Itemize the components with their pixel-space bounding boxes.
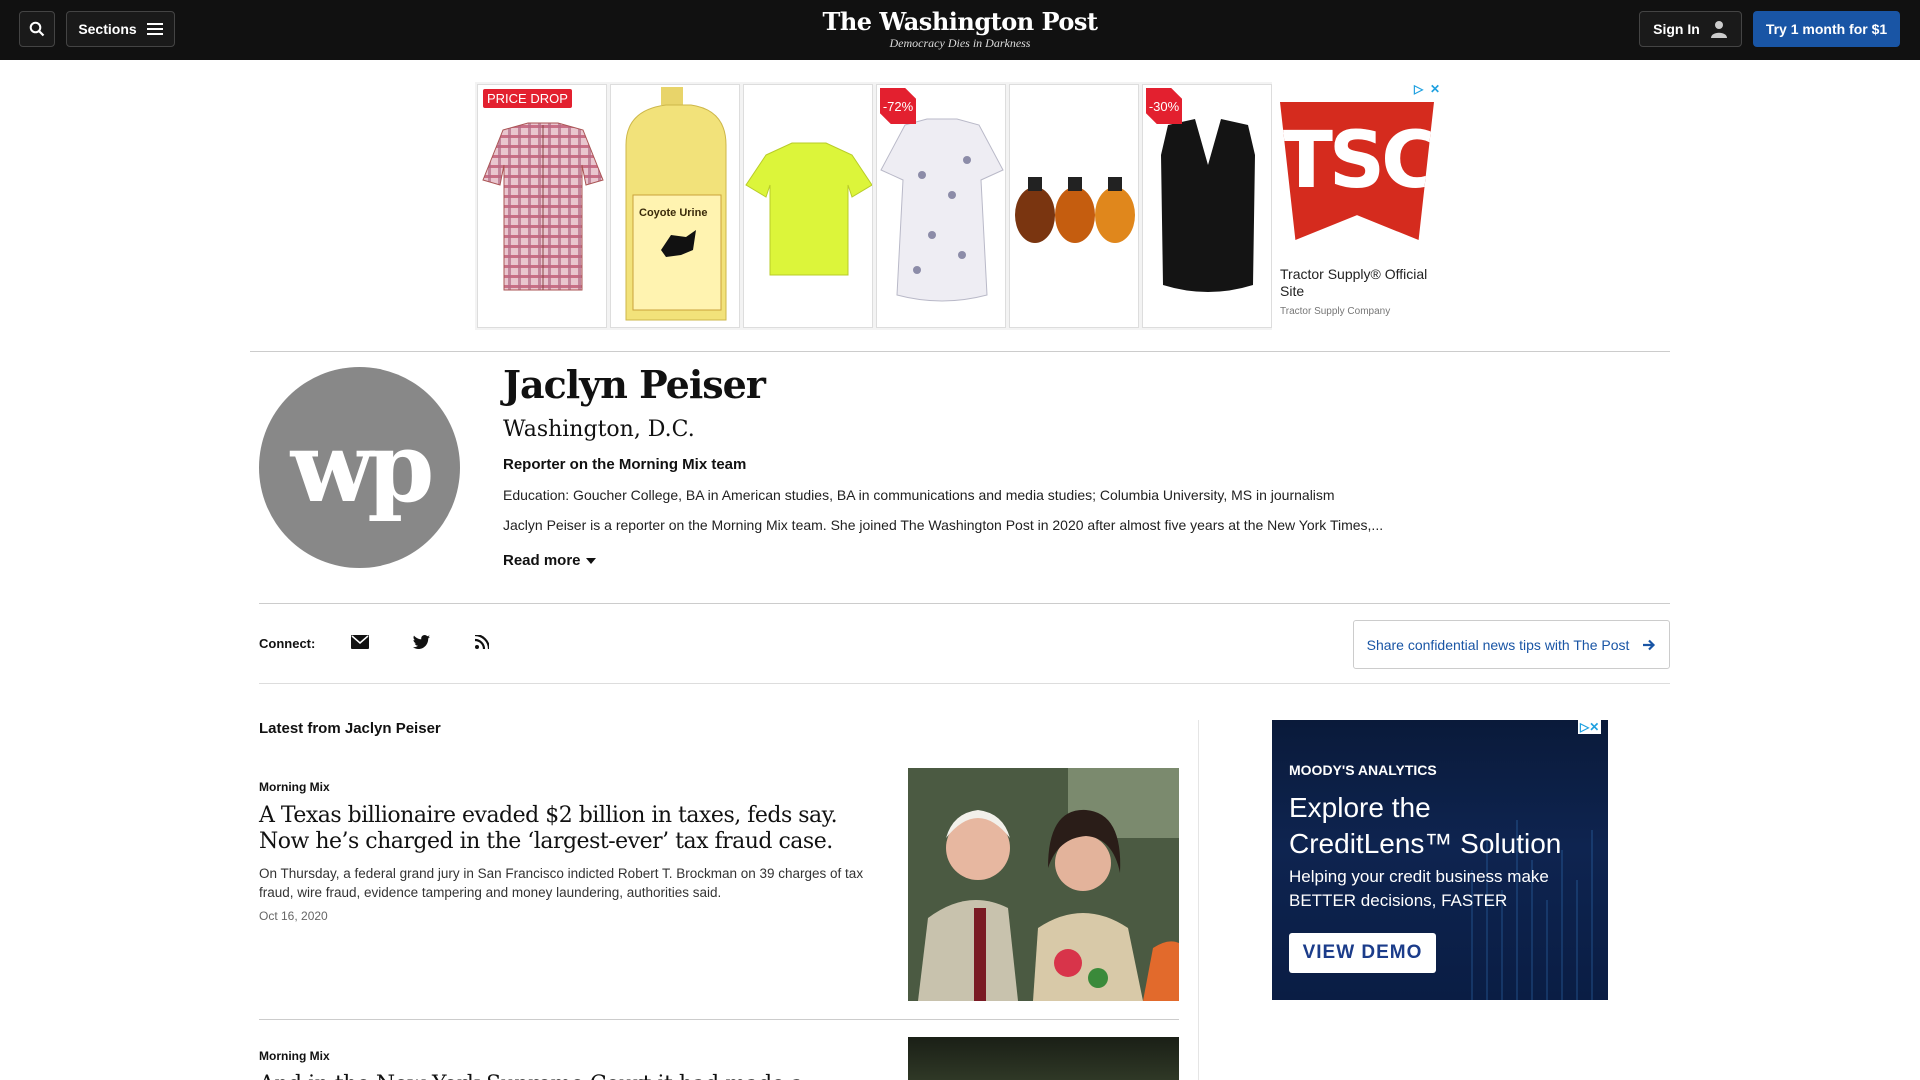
ad-tile-yellow-tshirt[interactable] — [743, 84, 873, 328]
ad-headline: Explore the CreditLens™ Solution — [1289, 790, 1561, 862]
sign-in-label: Sign In — [1653, 21, 1700, 37]
ad-brand: MOODY'S ANALYTICS — [1289, 762, 1437, 778]
logo-wordmark: The Washington Post — [822, 7, 1098, 36]
rss-icon — [475, 635, 489, 649]
divider — [259, 683, 1670, 684]
bottles-image — [1015, 177, 1135, 243]
logo-tagline: Democracy Dies in Darkness — [889, 36, 1031, 50]
user-icon — [1710, 21, 1727, 38]
twitter-link[interactable] — [410, 632, 432, 652]
view-demo-button[interactable]: VIEW DEMO — [1289, 933, 1436, 973]
article-blurb: On Thursday, a federal grand jury in San… — [259, 866, 864, 900]
author-education: Education: Goucher College, BA in Americ… — [503, 487, 1335, 503]
read-more-button[interactable]: Read more — [503, 552, 596, 569]
ad-headline-line1: Explore the — [1289, 792, 1431, 823]
top-banner-ad[interactable]: PRICE DROP Coyote Urine -72% -30% TSC Tr… — [475, 82, 1445, 330]
site-logo[interactable]: The Washington Post Democracy Dies in Da… — [760, 7, 1160, 51]
article-kicker[interactable]: Morning Mix — [259, 780, 330, 794]
subscribe-trial-button[interactable]: Try 1 month for $1 — [1753, 11, 1900, 47]
search-icon — [29, 21, 45, 37]
divider — [259, 603, 1670, 604]
article-kicker[interactable]: Morning Mix — [259, 1049, 330, 1063]
ad-tile-black-vest[interactable]: -30% — [1142, 84, 1272, 328]
arrow-right-icon — [1643, 639, 1656, 650]
adchoices-icon[interactable]: ▷✕ — [1578, 720, 1602, 734]
adchoices-icon[interactable]: ▷ — [1414, 82, 1423, 96]
news-tips-button[interactable]: Share confidential news tips with The Po… — [1353, 620, 1670, 669]
author-location: Washington, D.C. — [503, 417, 695, 442]
news-tips-label: Share confidential news tips with The Po… — [1366, 636, 1630, 653]
caret-down-icon — [585, 557, 596, 564]
tsc-ad-sponsor: Tractor Supply Company — [1280, 306, 1391, 317]
sign-in-button[interactable]: Sign In — [1639, 11, 1742, 47]
column-divider — [1198, 720, 1199, 1080]
discount-tag-30: -30% — [1146, 88, 1182, 124]
author-role: Reporter on the Morning Mix team — [503, 456, 747, 473]
ad-headline-line2: CreditLens™ Solution — [1289, 828, 1562, 859]
sections-label: Sections — [78, 21, 137, 37]
divider — [250, 351, 1670, 352]
ad-tile-bottles[interactable] — [1009, 84, 1139, 328]
article-date: Oct 16, 2020 — [259, 909, 328, 923]
moodys-analytics-ad[interactable]: MOODY'S ANALYTICS Explore the CreditLens… — [1272, 720, 1608, 1000]
twitter-icon — [412, 635, 430, 649]
divider — [259, 1019, 1179, 1020]
article-photo[interactable] — [908, 1037, 1179, 1080]
article-headline[interactable]: A Texas billionaire evaded $2 billion in… — [259, 803, 879, 855]
hamburger-icon — [146, 23, 163, 35]
search-button[interactable] — [19, 11, 55, 47]
plaid-shirt-image — [482, 122, 604, 291]
discount-tag-72: -72% — [880, 88, 916, 124]
close-ad-icon[interactable]: ✕ — [1430, 82, 1440, 96]
yellow-tshirt-image — [745, 142, 872, 276]
author-name: Jaclyn Peiser — [503, 362, 766, 407]
top-navigation-bar: Sections The Washington Post Democracy D… — [0, 0, 1920, 60]
connect-label: Connect: — [259, 636, 316, 651]
article-photo-image — [908, 768, 1179, 1001]
latest-articles-heading: Latest from Jaclyn Peiser — [259, 720, 441, 737]
ad-subtext: Helping your credit business make BETTER… — [1289, 867, 1549, 910]
ad-tile-floral-top[interactable]: -72% — [876, 84, 1006, 328]
rss-link[interactable] — [471, 632, 493, 652]
read-more-label: Read more — [503, 552, 581, 569]
email-link[interactable] — [349, 632, 371, 652]
article-headline[interactable]: And in the New York Supreme Court it had… — [259, 1072, 879, 1080]
article-photo[interactable] — [908, 768, 1179, 1001]
sections-menu-button[interactable]: Sections — [66, 11, 175, 47]
ad-tile-plaid-shirt[interactable]: PRICE DROP — [477, 84, 607, 328]
author-avatar: wp — [259, 367, 460, 568]
tsc-logo: TSC — [1280, 102, 1434, 240]
jug-label: Coyote Urine — [639, 207, 708, 219]
price-drop-badge: PRICE DROP — [483, 89, 572, 108]
author-bio: Jaclyn Peiser is a reporter on the Morni… — [503, 517, 1384, 533]
envelope-icon — [351, 635, 369, 649]
ad-tile-coyote-urine[interactable]: Coyote Urine — [610, 84, 740, 328]
tractor-supply-ad-panel[interactable]: TSC Tractor Supply® Official Site Tracto… — [1272, 82, 1445, 330]
tsc-ad-title: Tractor Supply® Official Site — [1280, 266, 1428, 299]
